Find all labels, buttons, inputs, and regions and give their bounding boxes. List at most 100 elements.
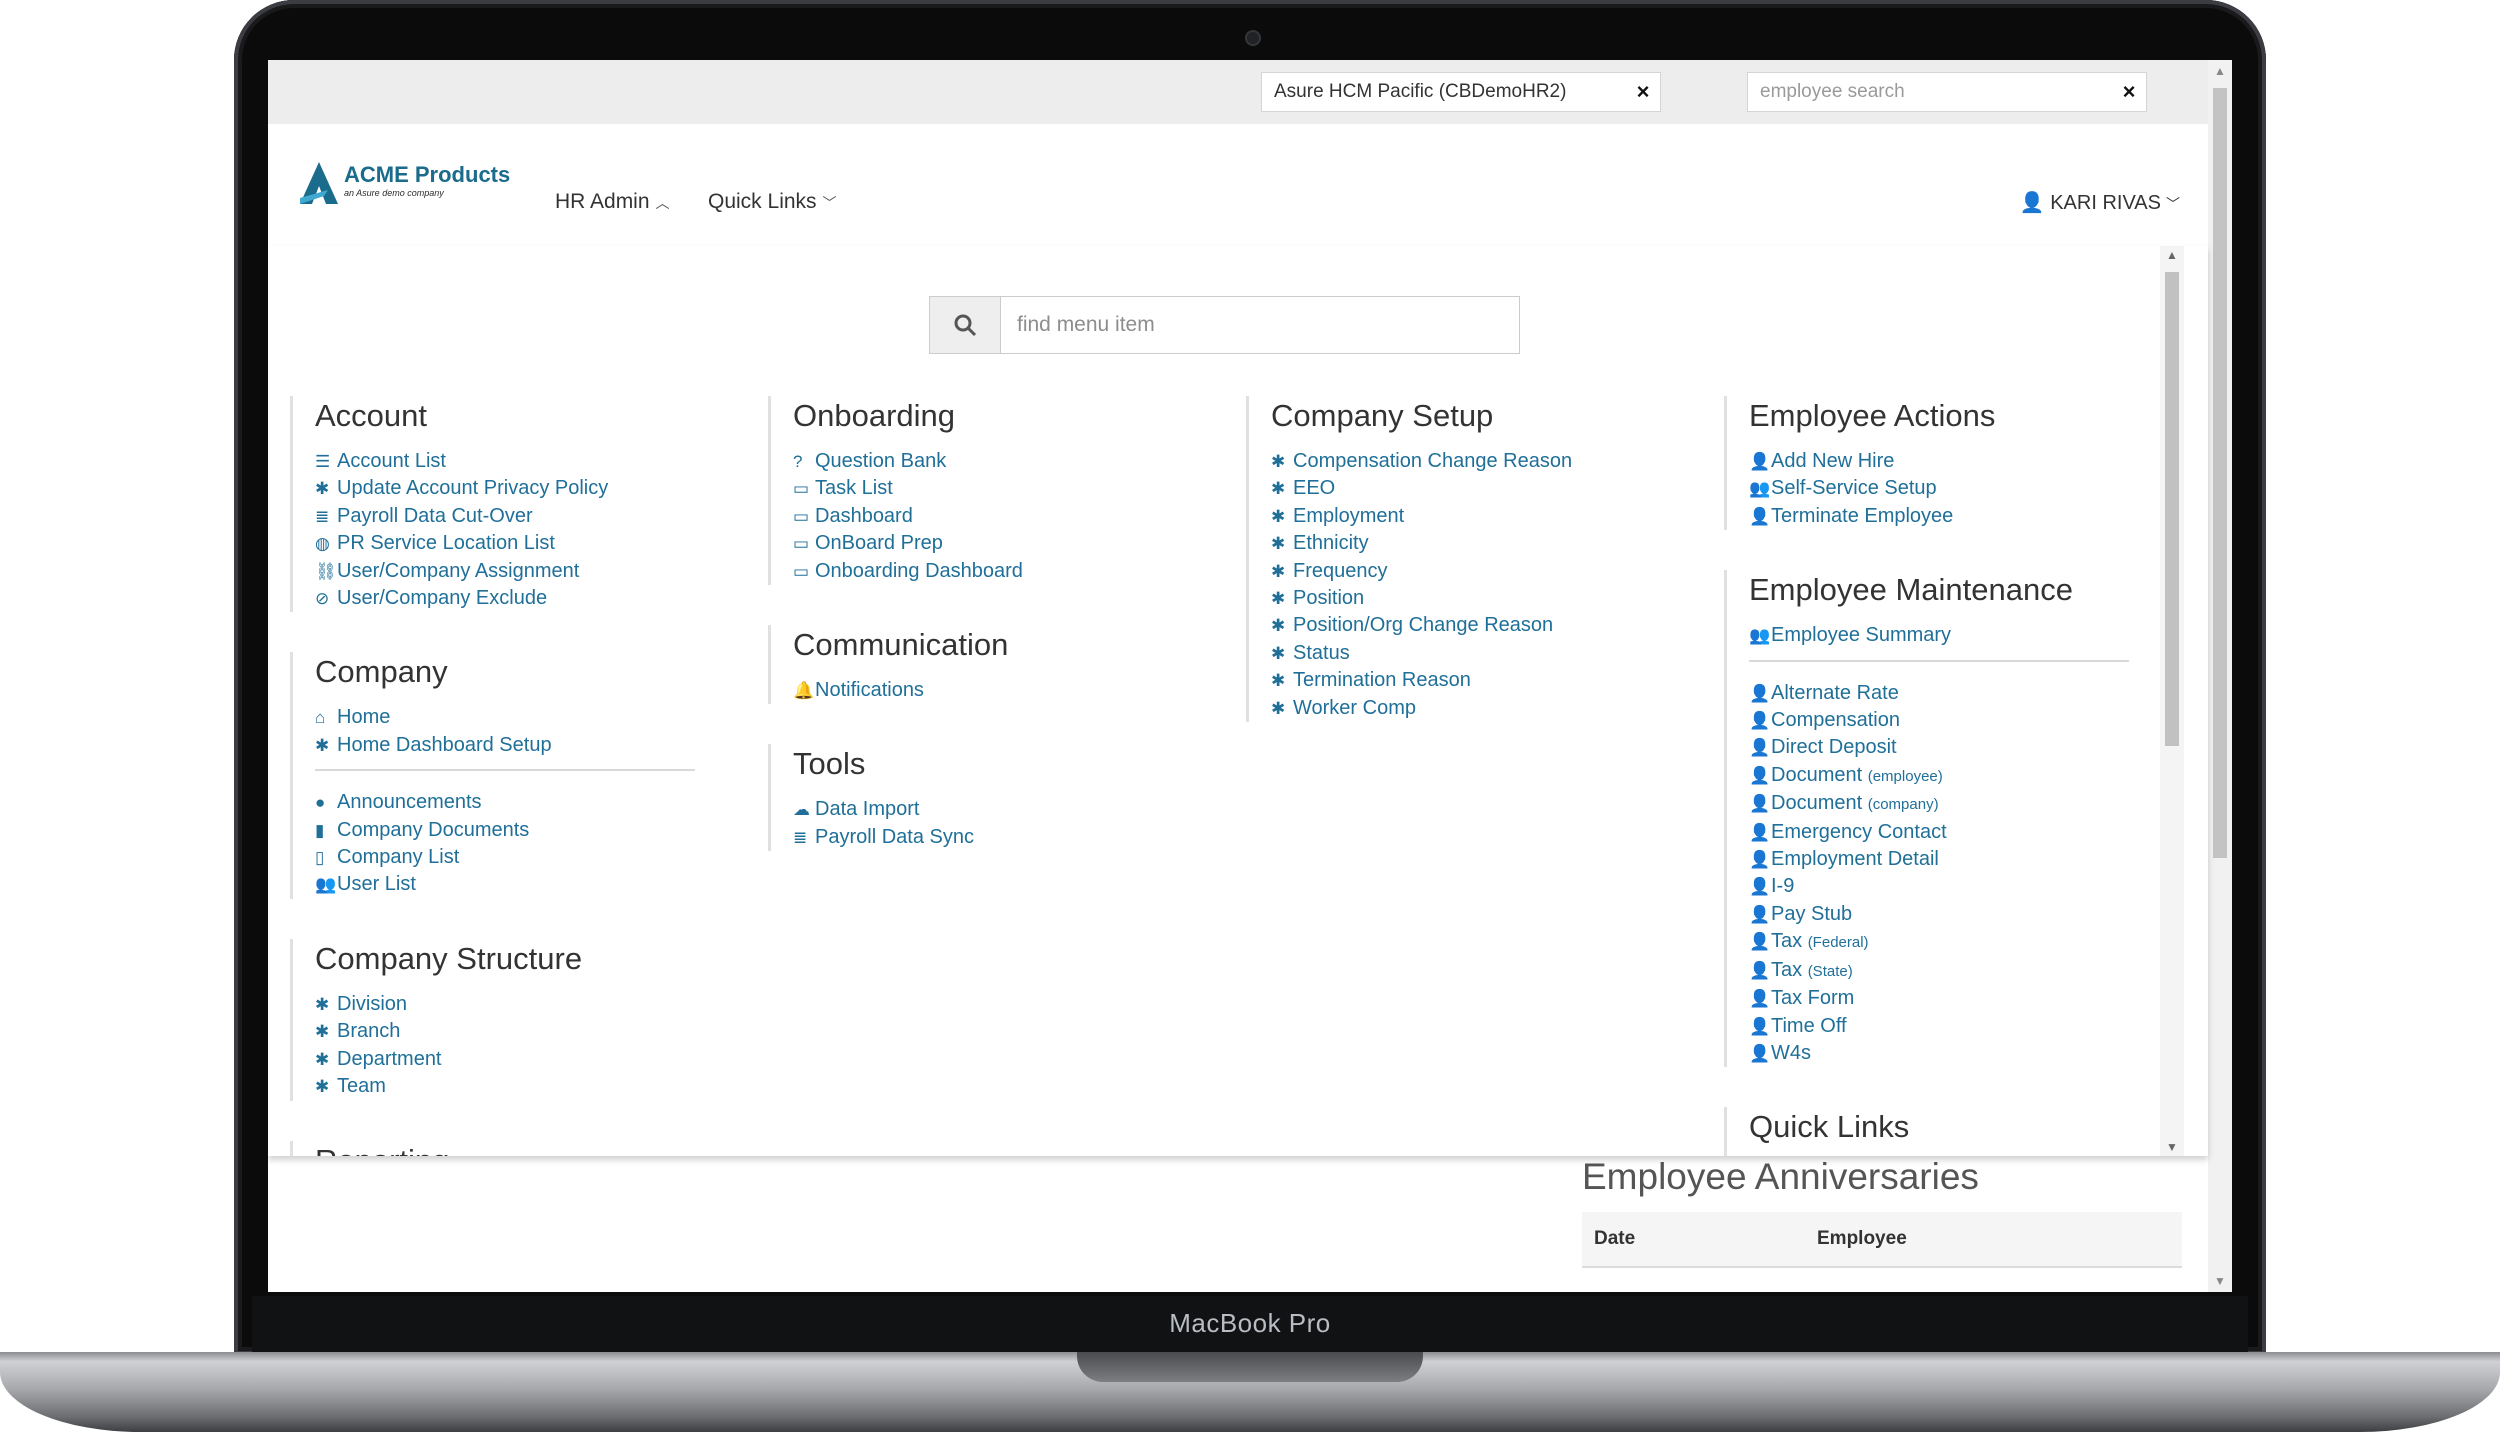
menu-link[interactable]: ✱ Status [1271, 640, 1686, 667]
menu-link[interactable]: ◍ PR Service Location List [315, 530, 730, 557]
nav-hr-admin[interactable]: HR Admin ︿ [555, 190, 670, 214]
menu-link[interactable]: 👤Direct Deposit [1749, 734, 2164, 761]
menu-link[interactable]: 👥Self-Service Setup [1749, 475, 2164, 502]
menu-link[interactable]: 👤Tax Form [1749, 985, 2164, 1012]
menu-link[interactable]: ☰ Account List [315, 448, 730, 475]
menu-link[interactable]: ✱ Department [315, 1046, 730, 1073]
menu-link[interactable]: 👤W4s [1749, 1040, 2164, 1067]
menu-column-4: Employee Actions 👤Add New Hire 👥Self-Serv… [1724, 396, 2164, 1156]
link-label: Home Dashboard Setup [337, 733, 552, 756]
menu-link[interactable]: ✱ Frequency [1271, 558, 1686, 585]
menu-link[interactable]: ⛓User/Company Assignment [315, 558, 730, 585]
link-label: Worker Comp [1293, 696, 1416, 719]
link-label: EEO [1293, 477, 1336, 500]
menu-link[interactable]: 👤Employment Detail [1749, 846, 2164, 873]
section-employee-maintenance: Employee Maintenance 👥Employee Summary 👤… [1724, 570, 2164, 1068]
gear-icon: ✱ [1271, 616, 1286, 636]
menu-link[interactable]: ▭ Onboarding Dashboard [793, 558, 1208, 585]
menu-link[interactable]: ✱ Position/Org Change Reason [1271, 612, 1686, 639]
link-label: Department [337, 1047, 442, 1070]
menu-link[interactable]: ⌂ Home [315, 704, 730, 731]
menu-link[interactable]: ✱ Worker Comp [1271, 695, 1686, 722]
logo-mark-icon [300, 162, 338, 204]
menu-search-placeholder: find menu item [1017, 313, 1155, 336]
menu-link[interactable]: 👤Tax (Federal) [1749, 928, 2164, 956]
menu-link[interactable]: ≣ Payroll Data Cut-Over [315, 503, 730, 530]
menu-link[interactable]: ▭ Dashboard [793, 503, 1208, 530]
menu-link[interactable]: 👤I-9 [1749, 873, 2164, 900]
menu-link[interactable]: ✱ Update Account Privacy Policy [315, 475, 730, 502]
link-label: Team [337, 1075, 386, 1098]
menu-link[interactable]: ? Question Bank [793, 448, 1208, 475]
menu-scroll-up-icon[interactable]: ▲ [2160, 248, 2184, 262]
menu-link[interactable]: 👤Document (company) [1749, 790, 2164, 818]
menu-link[interactable]: ✱ Team [315, 1073, 730, 1100]
menu-scroll-thumb[interactable] [2165, 272, 2179, 746]
question-icon: ? [793, 452, 803, 471]
section-quick-links: Quick Links $Evolution Payroll [1724, 1107, 2164, 1156]
menu-link[interactable]: ▮ Company Documents [315, 817, 730, 844]
page-scrollbar[interactable]: ▲ ▼ [2208, 60, 2232, 1292]
clear-search-icon[interactable]: × [2112, 79, 2146, 105]
employee-search-input[interactable]: employee search × [1747, 72, 2147, 112]
brand-logo[interactable]: ACME Products an Asure demo company [298, 160, 538, 208]
menu-scroll-down-icon[interactable]: ▼ [2160, 1140, 2184, 1154]
menu-link[interactable]: ▯ Company List [315, 844, 730, 871]
divider [1749, 659, 2129, 662]
menu-link[interactable]: ✱ Division [315, 991, 730, 1018]
menu-link[interactable]: ⊘ User/Company Exclude [315, 585, 730, 612]
menu-link[interactable]: ▭ OnBoard Prep [793, 530, 1208, 557]
menu-link[interactable]: ✱ Branch [315, 1018, 730, 1045]
gear-icon: ✱ [1271, 589, 1286, 609]
section-account: Account ☰ Account List ✱ Update Account Pri… [290, 396, 730, 613]
link-label: Document [1771, 763, 1863, 786]
company-select[interactable]: Asure HCM Pacific (CBDemoHR2) × [1261, 72, 1661, 112]
menu-column-3: Company Setup ✱ Compensation Change Reaso… [1246, 396, 1686, 762]
menu-link[interactable]: 👥User List [315, 871, 730, 898]
menu-link[interactable]: 👤Pay Stub [1749, 901, 2164, 928]
menu-search-input[interactable]: find menu item [929, 296, 1520, 354]
menu-link[interactable]: ☁ Data Import [793, 796, 1208, 823]
nav-quick-links[interactable]: Quick Links ﹀ [708, 190, 837, 214]
scroll-down-icon[interactable]: ▼ [2208, 1274, 2232, 1288]
menu-link[interactable]: 👤Add New Hire [1749, 448, 2164, 475]
menu-link[interactable]: ✱ Employment [1271, 503, 1686, 530]
user-icon: 👤 [1749, 850, 1771, 870]
section-title: Onboarding [793, 398, 956, 433]
page-scroll-thumb[interactable] [2213, 88, 2227, 858]
menu-link[interactable]: 👤Tax (State) [1749, 957, 2164, 985]
gear-icon: ✱ [315, 479, 330, 499]
menu-link[interactable]: ✱ EEO [1271, 475, 1686, 502]
link-label: Branch [337, 1020, 401, 1043]
link-label: Payroll Data Sync [815, 825, 974, 848]
menu-scrollbar[interactable]: ▲ ▼ [2160, 246, 2184, 1156]
link-label: Pay Stub [1771, 902, 1853, 925]
menu-link[interactable]: ≣ Payroll Data Sync [793, 824, 1208, 851]
menu-link[interactable]: 👤Time Off [1749, 1013, 2164, 1040]
menu-link[interactable]: 👤Document (employee) [1749, 762, 2164, 790]
menu-link[interactable]: 👤Alternate Rate [1749, 680, 2164, 707]
user-menu[interactable]: 👤 KARI RIVAS ﹀ [2020, 190, 2180, 215]
menu-link[interactable]: ▭ Task List [793, 475, 1208, 502]
menu-column-2: Onboarding ? Question Bank ▭ Task List ▭ Dash… [768, 396, 1208, 891]
menu-link[interactable]: ✱ Ethnicity [1271, 530, 1686, 557]
menu-link[interactable]: ✱ Termination Reason [1271, 667, 1686, 694]
menu-link[interactable]: ✱ Compensation Change Reason [1271, 448, 1686, 475]
link-label: Terminate Employee [1771, 504, 1954, 527]
menu-link[interactable]: ✱ Home Dashboard Setup [315, 732, 730, 759]
link-label: Status [1293, 641, 1350, 664]
menu-link[interactable]: 🔔Notifications [793, 677, 1208, 704]
menu-link[interactable]: 👤Emergency Contact [1749, 819, 2164, 846]
menu-link[interactable]: 👤Compensation [1749, 707, 2164, 734]
laptop-chin: MacBook Pro [252, 1296, 2248, 1352]
user-icon: 👤 [1749, 989, 1771, 1009]
scroll-up-icon[interactable]: ▲ [2208, 64, 2232, 78]
menu-link[interactable]: ✱ Position [1271, 585, 1686, 612]
gear-icon: ✱ [1271, 506, 1286, 526]
menu-link[interactable]: 👤Terminate Employee [1749, 503, 2164, 530]
menu-link[interactable]: ● Announcements [315, 789, 730, 816]
menu-link-employee-summary[interactable]: 👥Employee Summary [1749, 622, 2164, 649]
clear-company-icon[interactable]: × [1626, 79, 1660, 105]
user-icon: 👤 [1749, 765, 1771, 785]
col-employee: Employee [1817, 1228, 1907, 1249]
